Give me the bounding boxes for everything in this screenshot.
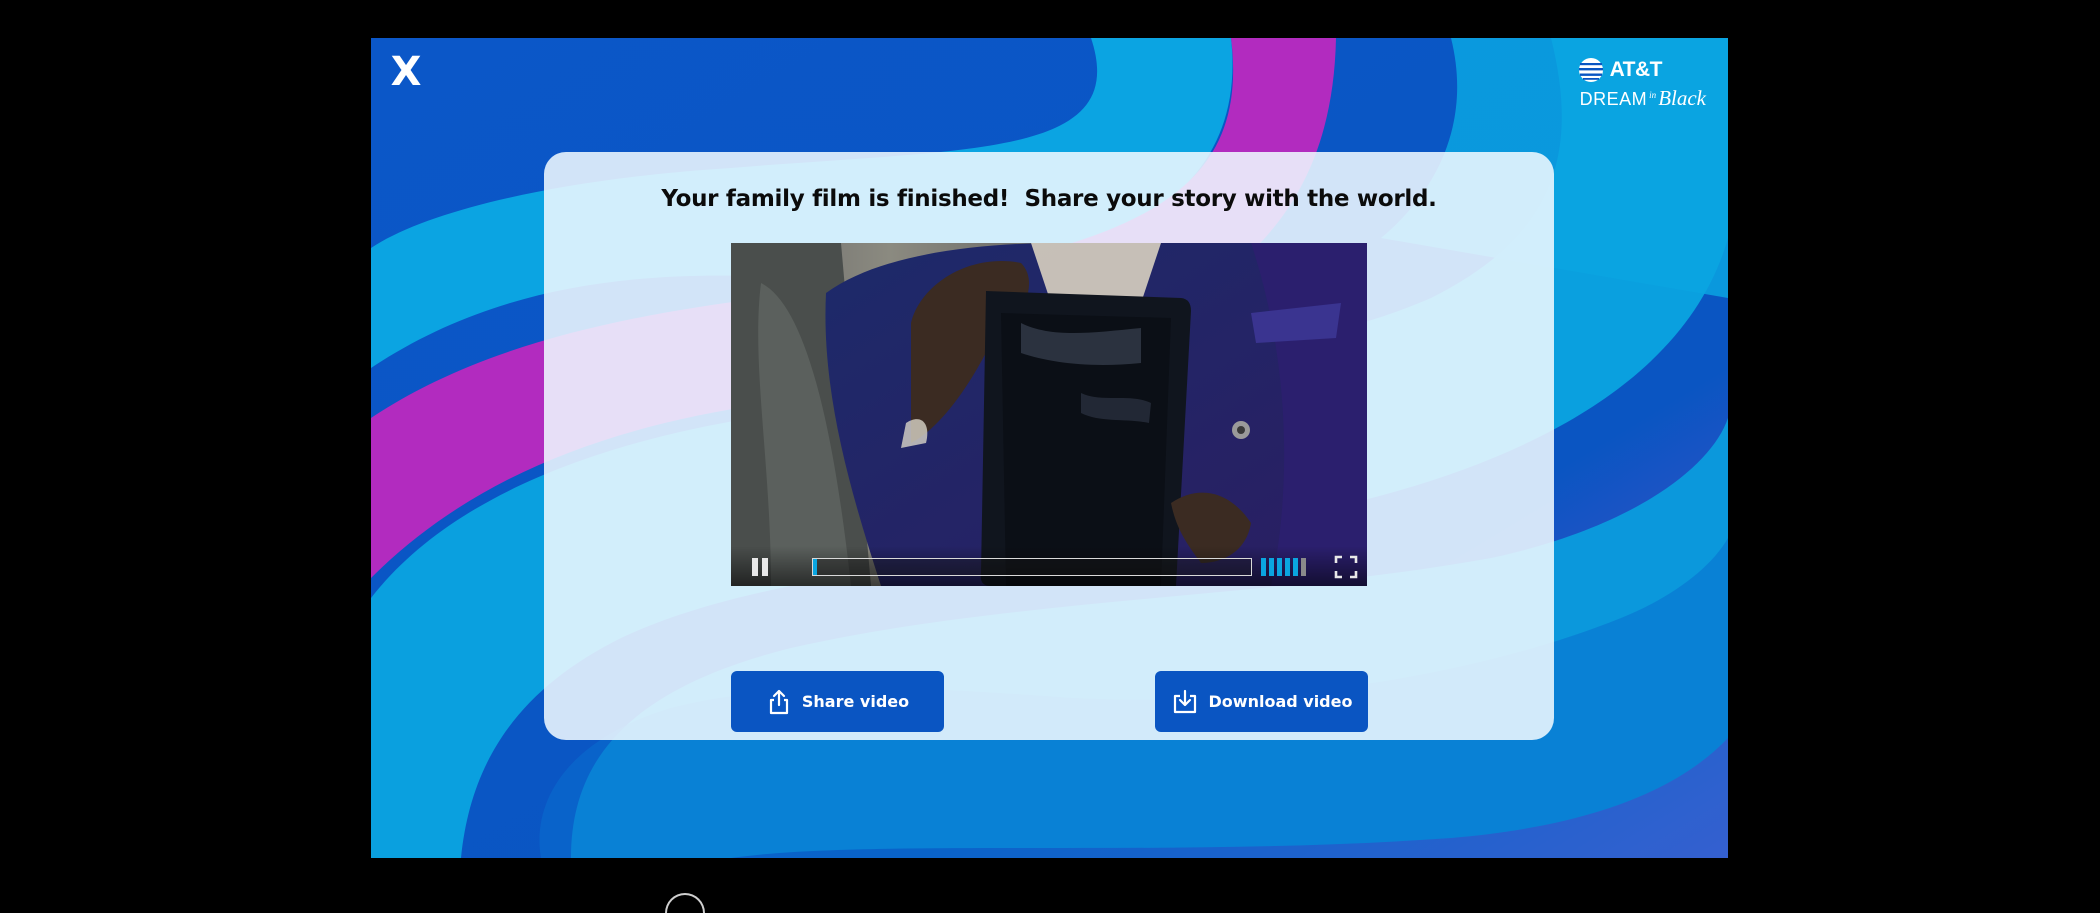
video-progress-bar[interactable] [812,558,1252,576]
volume-bar [1293,558,1298,576]
share-video-label: Share video [801,692,910,711]
download-video-button[interactable]: Download video [1155,671,1368,732]
download-icon [1173,689,1196,713]
modal-stage: X AT&T DREAM in Black Your family film i… [371,38,1728,858]
volume-bars[interactable] [1261,558,1321,576]
share-card: Your family film is finished! Share your… [544,152,1554,740]
download-video-label: Download video [1208,692,1353,711]
volume-bar [1285,558,1290,576]
dream-wordmark: DREAM [1579,89,1648,109]
fullscreen-icon[interactable] [1333,554,1359,580]
volume-bar [1301,558,1306,576]
page-title: Your family film is finished! Share your… [661,186,1437,212]
volume-bar [1269,558,1274,576]
share-icon [769,689,788,714]
att-dream-in-black-logo: AT&T DREAM in Black [1576,56,1706,112]
pause-icon [752,558,758,576]
share-video-button[interactable]: Share video [731,671,944,732]
att-globe-icon [1578,58,1603,82]
volume-bar [1277,558,1282,576]
pause-button[interactable] [749,556,771,578]
video-frame-image [731,243,1367,586]
black-wordmark: Black [1658,86,1706,110]
video-controls [731,546,1367,586]
volume-bar [1261,558,1266,576]
home-indicator [665,893,705,913]
video-player[interactable] [731,243,1367,586]
att-wordmark: AT&T [1609,58,1663,81]
video-progress-fill [813,559,818,575]
close-button[interactable]: X [389,52,423,92]
in-wordmark: in [1649,90,1657,100]
